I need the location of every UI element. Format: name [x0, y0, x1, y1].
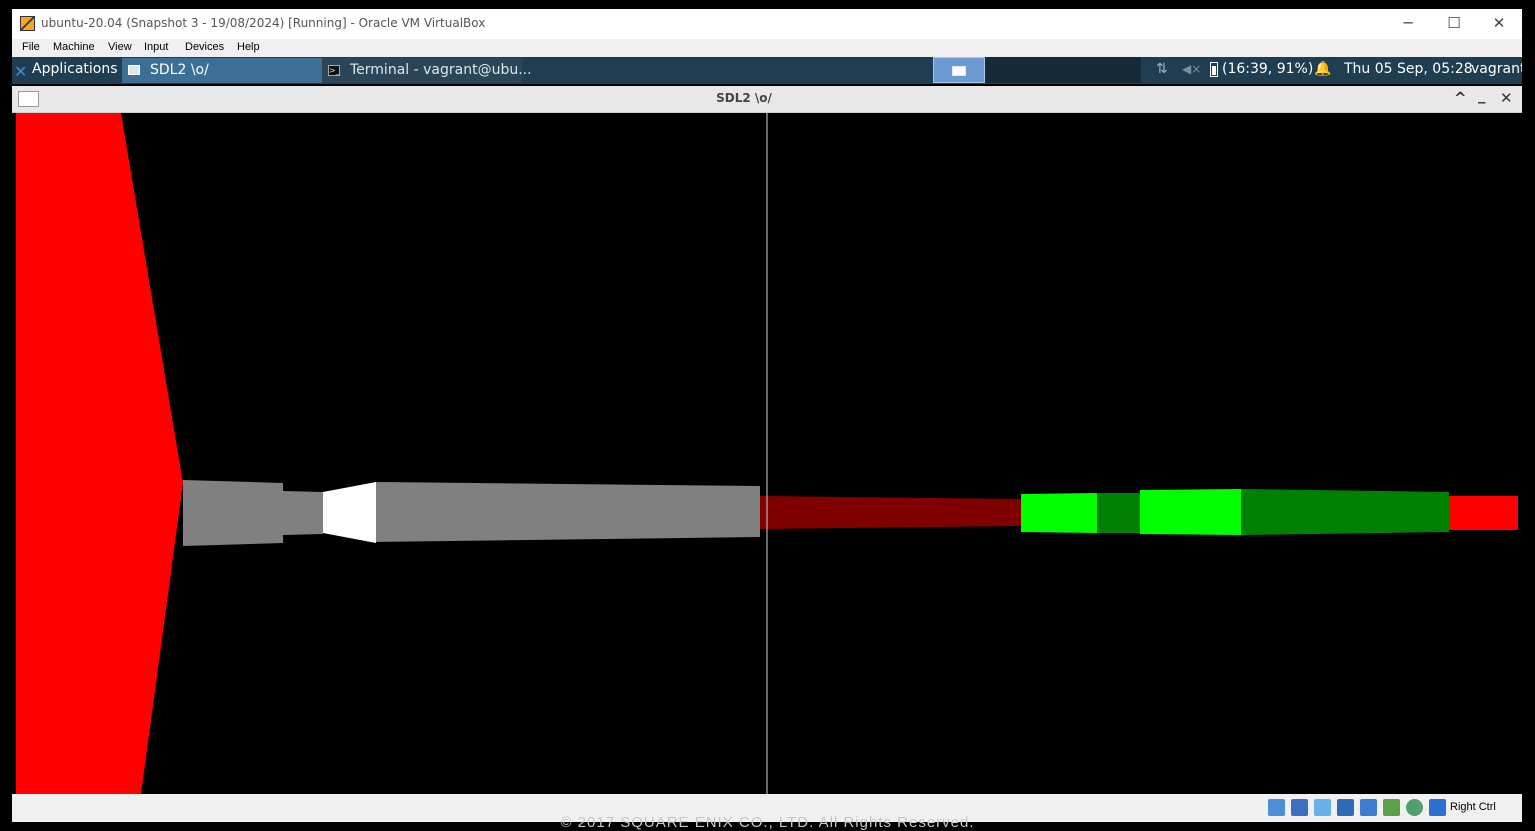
vbox-titlebar: ubuntu-20.04 (Snapshot 3 - 19/08/2024) [… [12, 9, 1522, 39]
network-icon[interactable]: ⇅ [1156, 61, 1168, 77]
sdl-window-titlebar[interactable]: SDL2 \o/ ^ _ ✕ [12, 86, 1522, 113]
wall-dark-red [760, 496, 1021, 529]
clock[interactable]: Thu 05 Sep, 05:28 [1344, 61, 1473, 77]
minimize-button[interactable]: _ [1478, 86, 1486, 104]
wall-dark-green-2 [1241, 489, 1449, 535]
shade-button[interactable]: ^ [1454, 89, 1467, 107]
wall-dark-green-1 [1097, 493, 1140, 533]
volume-muted-icon[interactable]: ◀× [1182, 62, 1201, 76]
wall-green-1 [1021, 493, 1097, 533]
sdl-window-title: SDL2 \o/ [716, 91, 772, 105]
wall-white [323, 482, 376, 543]
xfce-logo-icon: ✕ [14, 62, 28, 81]
applications-menu-button[interactable]: ✕ Applications [12, 57, 122, 84]
menu-machine[interactable]: Machine [53, 41, 95, 53]
menu-file[interactable]: File [22, 41, 40, 53]
sdl-render-canvas[interactable] [16, 113, 1518, 794]
workspace-3[interactable] [1037, 57, 1089, 83]
taskbar-item-terminal[interactable]: >_ Terminal - vagrant@ubu... [322, 58, 532, 83]
taskbar-item-sdl2[interactable]: SDL2 \o/ [122, 58, 322, 83]
wall-gray-1 [183, 480, 218, 546]
wall-green-2 [1140, 489, 1241, 535]
copyright-overlay: © 2017 SQUARE ENIX CO., LTD. All Rights … [560, 814, 975, 831]
terminal-icon: >_ [328, 65, 340, 76]
menu-help[interactable]: Help [237, 41, 260, 53]
workspace-4[interactable] [1089, 57, 1141, 83]
window-icon [128, 65, 140, 75]
menu-devices[interactable]: Devices [185, 41, 224, 53]
battery-label[interactable]: (16:39, 91%) [1222, 61, 1313, 77]
window-icon [952, 66, 966, 76]
workspace-1[interactable] [933, 57, 985, 83]
user-menu[interactable]: vagrant [1471, 61, 1522, 77]
guest-display[interactable]: ✕ Applications SDL2 \o/ >_ Terminal - va… [12, 57, 1522, 794]
wall-gray-4 [376, 482, 760, 542]
vbox-menubar: File Machine View Input Devices Help [12, 39, 1522, 57]
vbox-window-title: ubuntu-20.04 (Snapshot 3 - 19/08/2024) [… [41, 16, 486, 30]
virtualbox-icon [20, 16, 35, 31]
notification-bell-icon[interactable]: 🔔 [1314, 61, 1331, 77]
maximize-button[interactable]: ☐ [1431, 9, 1477, 39]
close-button[interactable]: ✕ [1500, 89, 1513, 107]
battery-fill [1212, 66, 1216, 75]
wall-gray-2 [218, 481, 283, 545]
menu-view[interactable]: View [108, 41, 132, 53]
wall-red-far [1449, 496, 1518, 530]
applications-label: Applications [32, 61, 118, 77]
wall-gray-3 [283, 491, 323, 535]
workspace-2[interactable] [985, 57, 1037, 83]
taskbar-item-label: SDL2 \o/ [150, 62, 209, 78]
taskbar-item-label: Terminal - vagrant@ubu... [350, 62, 532, 78]
host-key-label: Right Ctrl [1450, 801, 1496, 813]
xfce-panel: ✕ Applications SDL2 \o/ >_ Terminal - va… [12, 57, 1522, 84]
minimize-button[interactable]: ─ [1385, 9, 1431, 39]
menu-input[interactable]: Input [144, 41, 168, 53]
close-button[interactable]: ✕ [1476, 9, 1522, 39]
